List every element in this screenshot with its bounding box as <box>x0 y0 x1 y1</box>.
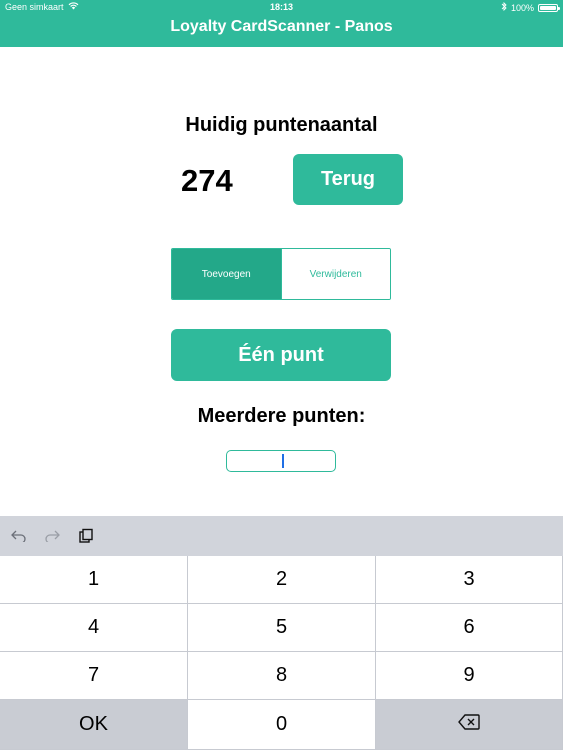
points-title: Huidig puntenaantal <box>185 114 378 136</box>
key-backspace[interactable] <box>376 700 563 750</box>
numeric-keyboard: 1 2 3 4 5 6 7 8 9 OK 0 <box>0 556 563 750</box>
app-title: Loyalty CardScanner - Panos <box>170 18 393 35</box>
battery-percent: 100% <box>510 2 534 13</box>
segment-remove[interactable]: Verwijderen <box>280 249 390 299</box>
undo-icon[interactable] <box>9 528 29 544</box>
key-1[interactable]: 1 <box>0 556 188 604</box>
mode-segmented-control: Toevoegen Verwijderen <box>171 248 391 300</box>
key-4[interactable]: 4 <box>0 604 188 652</box>
app-header: Geen simkaart 18:13 100% Loyalty CardSca… <box>0 0 563 47</box>
one-point-button[interactable]: Één punt <box>171 329 391 381</box>
key-9[interactable]: 9 <box>376 652 563 700</box>
back-button[interactable]: Terug <box>293 154 403 205</box>
backspace-icon <box>458 713 480 736</box>
key-7[interactable]: 7 <box>0 652 188 700</box>
points-value: 274 <box>181 163 233 198</box>
bluetooth-icon <box>501 1 507 13</box>
status-right: 100% <box>501 1 560 13</box>
segment-add[interactable]: Toevoegen <box>172 249 281 299</box>
key-3[interactable]: 3 <box>376 556 563 604</box>
clock: 18:13 <box>269 2 294 12</box>
key-6[interactable]: 6 <box>376 604 563 652</box>
status-bar: Geen simkaart 18:13 100% <box>0 0 563 14</box>
paste-icon[interactable] <box>76 528 96 544</box>
key-8[interactable]: 8 <box>188 652 376 700</box>
key-ok[interactable]: OK <box>0 700 188 750</box>
keyboard-toolbar <box>0 516 563 556</box>
key-2[interactable]: 2 <box>188 556 376 604</box>
key-0[interactable]: 0 <box>188 700 376 750</box>
battery-icon <box>538 3 560 12</box>
redo-icon[interactable] <box>42 528 62 544</box>
key-5[interactable]: 5 <box>188 604 376 652</box>
text-caret <box>282 454 284 468</box>
multiple-points-input[interactable] <box>226 450 336 472</box>
multiple-points-label: Meerdere punten: <box>197 405 366 427</box>
